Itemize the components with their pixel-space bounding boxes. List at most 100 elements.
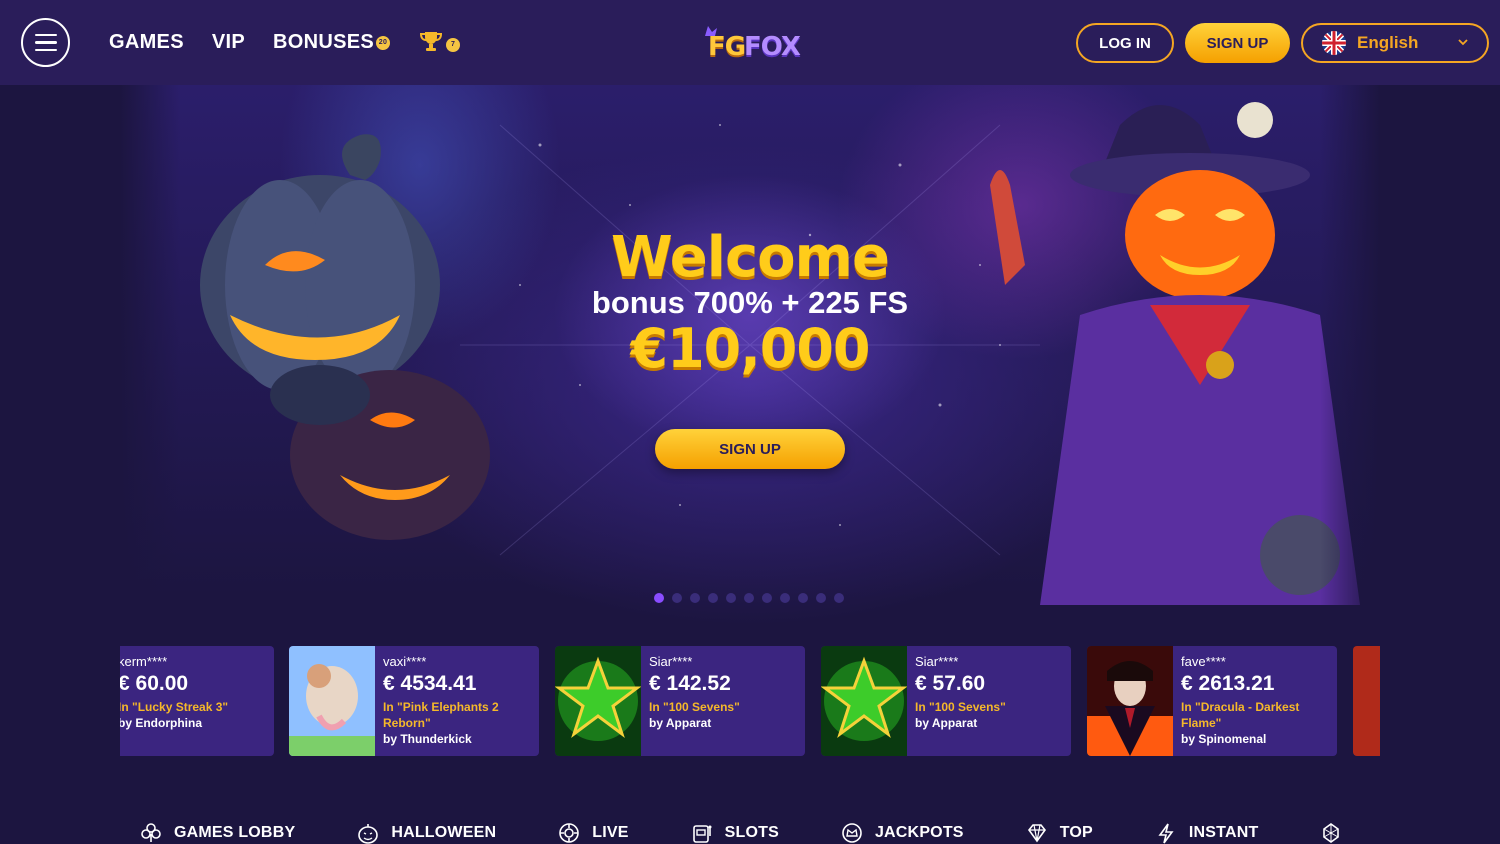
- clover-icon: [141, 823, 161, 842]
- burger-line: [34, 48, 57, 52]
- winner-card[interactable]: fave**** € 2613.21 In "Dracula - Darkest F…: [1087, 646, 1337, 756]
- category-instant[interactable]: INSTANT: [1155, 822, 1259, 844]
- carousel-dot[interactable]: [816, 593, 826, 603]
- winner-provider: by Endorphina: [120, 716, 202, 730]
- winner-provider: by Thunderkick: [383, 732, 472, 746]
- menu-burger-button[interactable]: [21, 18, 70, 67]
- winner-username: Siar****: [649, 654, 693, 669]
- logo-text-fox: FOX: [744, 32, 801, 62]
- tournaments-button[interactable]: 7: [418, 30, 460, 54]
- winner-info: vaxi**** € 4534.41 In "Pink Elephants 2 Re…: [375, 646, 539, 756]
- carousel-dot[interactable]: [834, 593, 844, 603]
- winner-card[interactable]: Siar**** € 57.60 In "100 Sevens" by Apparat: [821, 646, 1071, 756]
- main-nav: GAMES VIP BONUSES 20 7: [109, 30, 460, 54]
- carousel-dot[interactable]: [654, 593, 664, 603]
- winner-info: kerm**** € 60.00 In "Lucky Streak 3" by End…: [120, 646, 228, 756]
- winner-game-thumbnail: [1087, 646, 1173, 756]
- bonuses-count-badge: 20: [376, 35, 390, 50]
- carousel-dot[interactable]: [708, 593, 718, 603]
- winner-username: kerm****: [120, 654, 168, 669]
- game-categories-bar: GAMES LOBBY HALLOWEEN LIVE SLOTS JACKPOTS TOP…: [140, 822, 1416, 844]
- category-label: JACKPOTS: [874, 824, 964, 841]
- category-label: INSTANT: [1188, 824, 1259, 841]
- chevron-down-icon: [1458, 39, 1468, 46]
- carousel-dot[interactable]: [672, 593, 682, 603]
- winner-card[interactable]: Siar**** € 142.52 In "100 Sevens" by Appara…: [555, 646, 805, 756]
- gem-icon: [1323, 823, 1340, 843]
- winner-game-thumbnail: [821, 646, 907, 756]
- category-label: HALLOWEEN: [391, 824, 497, 841]
- winner-amount: € 57.60: [915, 672, 986, 695]
- diamond-icon: [1027, 824, 1046, 843]
- category-live[interactable]: LIVE: [558, 822, 628, 844]
- pumpkin-icon: [358, 824, 379, 844]
- winner-game-thumbnail: [289, 646, 375, 756]
- carousel-dot[interactable]: [690, 593, 700, 603]
- winner-info: fave**** € 2613.21 In "Dracula - Darkest F…: [1173, 646, 1337, 756]
- winner-username: Siar****: [915, 654, 959, 669]
- hero-signup-label: SIGN UP: [719, 440, 781, 458]
- winner-game-name: In "Pink Elephants 2 Reborn": [383, 700, 499, 730]
- trophy-icon: [419, 32, 443, 51]
- winner-provider: by Spinomenal: [1181, 732, 1267, 746]
- nav-games-label: GAMES: [109, 30, 184, 53]
- winner-amount: € 4534.41: [383, 672, 477, 695]
- winner-info: Siar**** € 57.60 In "100 Sevens" by Apparat: [907, 646, 1006, 756]
- category-more[interactable]: [1320, 822, 1354, 844]
- category-label: TOP: [1059, 824, 1093, 841]
- login-label: LOG IN: [1099, 34, 1151, 52]
- crown-icon: [842, 823, 862, 843]
- winner-card-partial[interactable]: [1353, 646, 1380, 756]
- category-top[interactable]: TOP: [1026, 822, 1093, 844]
- winner-amount: € 60.00: [120, 672, 189, 695]
- signup-label: SIGN UP: [1206, 34, 1269, 52]
- login-button[interactable]: LOG IN: [1076, 23, 1174, 63]
- hero-banner[interactable]: Welcome bonus 700% + 225 FS €10,000 SIGN…: [120, 85, 1380, 625]
- category-label: SLOTS: [724, 824, 779, 841]
- language-label: English: [1357, 33, 1419, 52]
- nav-vip[interactable]: VIP: [212, 31, 245, 54]
- burger-line: [34, 41, 57, 44]
- signup-button[interactable]: SIGN UP: [1185, 23, 1290, 63]
- category-halloween[interactable]: HALLOWEEN: [357, 822, 496, 844]
- winner-username: vaxi****: [383, 654, 427, 669]
- carousel-dots: [654, 593, 844, 603]
- nav-bonuses[interactable]: BONUSES 20: [273, 31, 390, 54]
- nav-games[interactable]: GAMES: [109, 31, 184, 54]
- carousel-dot[interactable]: [798, 593, 808, 603]
- carousel-dot[interactable]: [744, 593, 754, 603]
- hero-subtitle: bonus 700% + 225 FS: [591, 285, 909, 320]
- winner-card[interactable]: kerm**** € 60.00 In "Lucky Streak 3" by End…: [120, 646, 274, 756]
- carousel-dot[interactable]: [726, 593, 736, 603]
- recent-winners-strip: kerm**** € 60.00 In "Lucky Streak 3" by End…: [120, 646, 1380, 756]
- nav-bonuses-label: BONUSES: [272, 30, 374, 53]
- hero-signup-button[interactable]: SIGN UP: [655, 429, 845, 469]
- language-select[interactable]: English: [1301, 23, 1489, 63]
- logo-text-fg: FG: [708, 32, 746, 62]
- winner-username: fave****: [1181, 654, 1226, 669]
- tournaments-count-badge: 7: [446, 37, 460, 52]
- slot-machine-icon: [692, 825, 712, 843]
- winner-amount: € 2613.21: [1181, 672, 1275, 695]
- winner-info: Siar**** € 142.52 In "100 Sevens" by Appara…: [641, 646, 740, 756]
- lightning-icon: [1158, 823, 1174, 844]
- category-jackpots[interactable]: JACKPOTS: [841, 822, 964, 844]
- carousel-dot[interactable]: [780, 593, 790, 603]
- live-chip-icon: [559, 823, 580, 843]
- winner-provider: by Apparat: [649, 716, 712, 730]
- nav-vip-label: VIP: [211, 30, 245, 53]
- top-header: GAMES VIP BONUSES 20 7 FG FOX LOG IN SIG…: [0, 0, 1500, 85]
- winner-amount: € 142.52: [649, 672, 731, 695]
- winner-game-name: In "Dracula - Darkest Flame": [1181, 700, 1300, 730]
- winner-card[interactable]: vaxi**** € 4534.41 In "Pink Elephants 2 Re…: [289, 646, 539, 756]
- hero-title: Welcome: [611, 225, 890, 290]
- winner-game-name: In "100 Sevens": [915, 700, 1006, 714]
- category-slots[interactable]: SLOTS: [691, 822, 779, 844]
- burger-line: [34, 33, 57, 37]
- site-logo[interactable]: FG FOX: [700, 24, 804, 64]
- category-label: GAMES LOBBY: [174, 824, 296, 841]
- carousel-dot[interactable]: [762, 593, 772, 603]
- winner-game-name: In "Lucky Streak 3": [120, 700, 229, 714]
- category-games-lobby[interactable]: GAMES LOBBY: [140, 822, 295, 844]
- category-label: LIVE: [592, 824, 629, 841]
